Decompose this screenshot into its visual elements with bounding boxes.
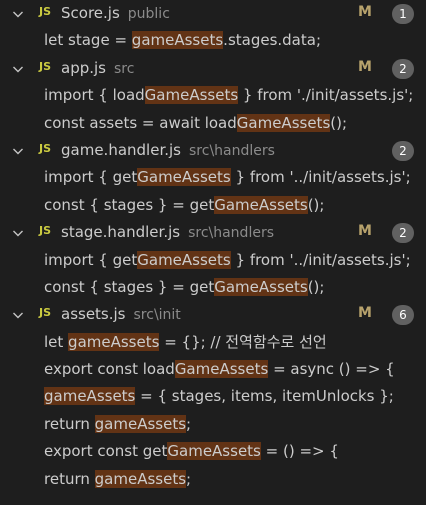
- file-name: Score.js public: [61, 4, 170, 22]
- match-highlight: GameAssets: [167, 442, 261, 461]
- match-count-badge: 2: [392, 223, 414, 244]
- match-text: let stage =: [44, 31, 132, 50]
- file-path: src\handlers: [188, 225, 274, 242]
- match-line[interactable]: import { getGameAssets } from '../init/a…: [0, 247, 426, 274]
- match-line[interactable]: const { stages } = getGameAssets();: [0, 274, 426, 301]
- match-highlight: gameAssets: [68, 332, 160, 351]
- match-text: export const load: [44, 360, 175, 379]
- match-highlight: GameAssets: [144, 86, 239, 105]
- match-text: ();: [307, 195, 325, 214]
- match-highlight: GameAssets: [214, 195, 308, 214]
- chevron-down-icon[interactable]: [10, 307, 26, 323]
- match-text: return: [44, 469, 95, 488]
- file-name-text: Score.js: [61, 4, 120, 22]
- match-line[interactable]: import { getGameAssets } from '../init/a…: [0, 164, 426, 191]
- js-file-icon: JS: [39, 59, 52, 73]
- js-file-icon: JS: [39, 141, 52, 155]
- file-result-row[interactable]: JS assets.js src\init M 6: [0, 301, 426, 328]
- match-highlight: gameAssets: [44, 387, 136, 406]
- match-text: = async () => {: [268, 360, 395, 379]
- match-text: const { stages } = get: [44, 277, 215, 296]
- modified-badge: M: [358, 58, 372, 75]
- file-name-text: game.handler.js: [61, 140, 181, 159]
- js-file-icon: JS: [39, 306, 52, 320]
- match-text: = {}; // 전역함수로 선언: [159, 332, 327, 351]
- match-highlight: GameAssets: [236, 113, 331, 132]
- file-path: src: [114, 60, 135, 77]
- match-text: const { stages } = get: [44, 195, 215, 214]
- match-highlight: gameAssets: [94, 469, 187, 488]
- chevron-down-icon[interactable]: [10, 225, 26, 241]
- match-highlight: GameAssets: [174, 360, 269, 379]
- match-highlight: gameAssets: [131, 31, 224, 50]
- file-path: src\init: [133, 307, 181, 324]
- chevron-down-icon[interactable]: [10, 143, 26, 159]
- file-name: stage.handler.js src\handlers: [61, 223, 274, 241]
- match-text: return: [44, 414, 95, 433]
- file-result-row[interactable]: JS app.js src M 2: [0, 55, 426, 82]
- match-text: = { stages, items, itemUnlocks };: [135, 387, 394, 406]
- file-name-text: assets.js: [61, 305, 126, 324]
- match-count-badge: 6: [392, 305, 414, 326]
- file-result-row[interactable]: JS Score.js public M 1: [0, 0, 426, 27]
- file-result-row[interactable]: JS game.handler.js src\handlers 2: [0, 137, 426, 164]
- match-highlight: GameAssets: [137, 250, 231, 269]
- match-text: import { get: [44, 250, 138, 269]
- file-name: app.js src: [61, 59, 134, 77]
- match-line[interactable]: return gameAssets;: [0, 466, 426, 493]
- match-line[interactable]: let gameAssets = {}; // 전역함수로 선언: [0, 329, 426, 356]
- match-text: = () => {: [260, 442, 339, 461]
- js-file-icon: JS: [39, 224, 52, 238]
- file-name-text: stage.handler.js: [61, 223, 181, 242]
- match-line[interactable]: export const getGameAssets = () => {: [0, 438, 426, 465]
- match-text: } from './init/assets.js';: [238, 86, 414, 105]
- match-text: } from '../init/assets.js';: [230, 250, 411, 269]
- match-line[interactable]: import { loadGameAssets } from './init/a…: [0, 82, 426, 109]
- match-text: export const get: [44, 442, 168, 461]
- match-text: let: [44, 332, 69, 351]
- match-text: ();: [307, 277, 325, 296]
- match-text: } from '../init/assets.js';: [230, 168, 411, 187]
- match-line[interactable]: gameAssets = { stages, items, itemUnlock…: [0, 383, 426, 410]
- file-name: assets.js src\init: [61, 305, 181, 323]
- match-highlight: gameAssets: [94, 414, 187, 433]
- match-text: import { get: [44, 168, 138, 187]
- match-text: .stages.data;: [223, 31, 322, 50]
- match-count-badge: 2: [392, 140, 414, 161]
- file-name: game.handler.js src\handlers: [61, 141, 275, 159]
- match-text: ();: [330, 113, 348, 132]
- file-path: src\handlers: [189, 142, 275, 159]
- file-path: public: [127, 6, 170, 22]
- match-line[interactable]: const assets = await loadGameAssets();: [0, 110, 426, 137]
- chevron-down-icon[interactable]: [10, 6, 26, 22]
- match-line[interactable]: export const loadGameAssets = async () =…: [0, 356, 426, 383]
- search-results-tree: JS Score.js public M 1 let stage = gameAssets…: [0, 0, 426, 505]
- chevron-down-icon[interactable]: [10, 61, 26, 77]
- file-name-text: app.js: [61, 58, 106, 77]
- match-text: ;: [186, 469, 192, 488]
- match-line[interactable]: return gameAssets;: [0, 411, 426, 438]
- match-text: const assets = await load: [44, 113, 237, 132]
- modified-badge: M: [358, 223, 372, 240]
- js-file-icon: JS: [39, 5, 52, 18]
- match-highlight: GameAssets: [137, 168, 231, 187]
- modified-badge: M: [358, 4, 372, 20]
- match-text: import { load: [44, 86, 145, 105]
- match-count-badge: 1: [392, 4, 414, 24]
- match-text: ;: [186, 414, 192, 433]
- file-result-row[interactable]: JS stage.handler.js src\handlers M 2: [0, 219, 426, 246]
- match-highlight: GameAssets: [214, 277, 308, 296]
- match-line[interactable]: const { stages } = getGameAssets();: [0, 192, 426, 219]
- match-count-badge: 2: [392, 58, 414, 79]
- match-line[interactable]: let stage = gameAssets.stages.data;: [0, 27, 426, 54]
- modified-badge: M: [358, 305, 372, 322]
